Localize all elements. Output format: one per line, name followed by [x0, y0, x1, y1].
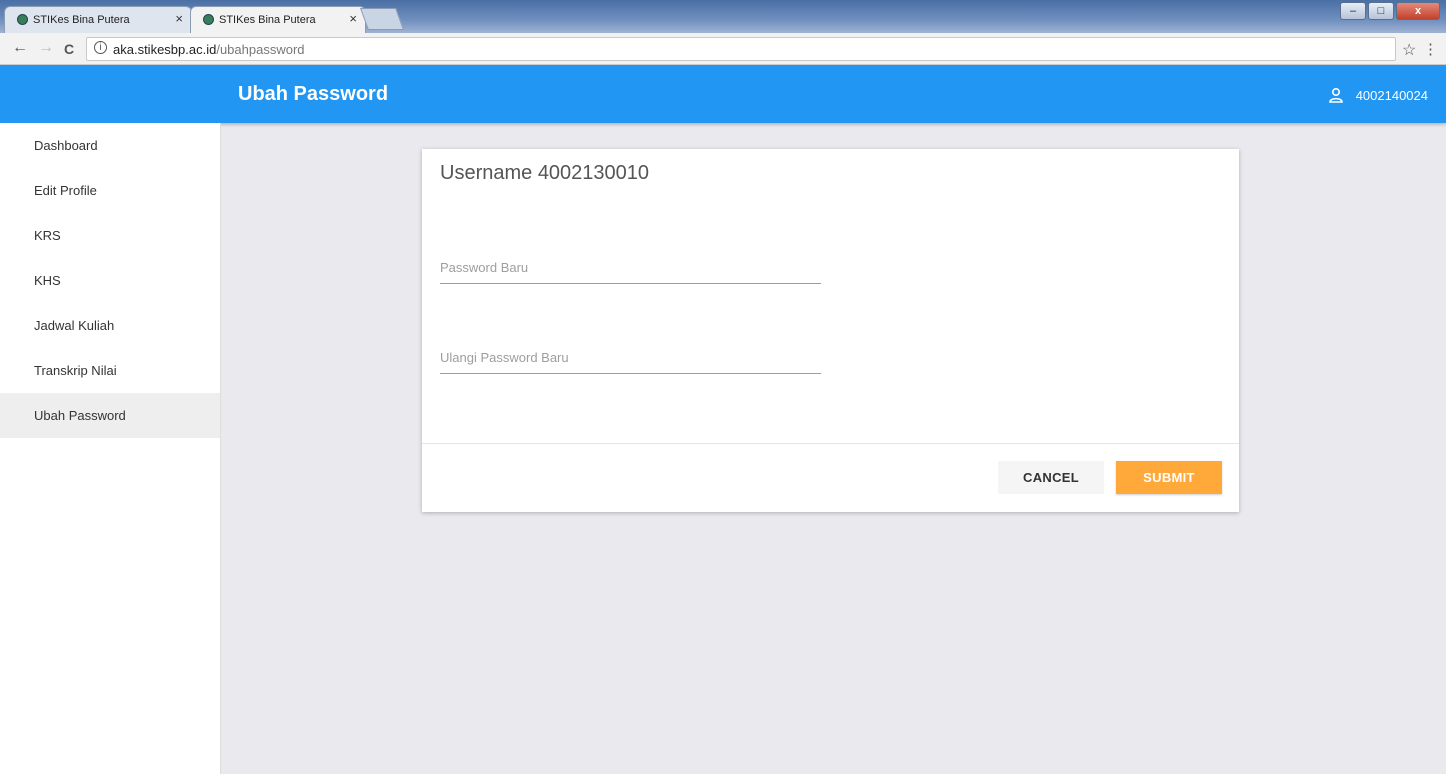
bookmark-star-icon[interactable]: ☆: [1402, 40, 1416, 60]
card-divider: [422, 443, 1239, 444]
maximize-button[interactable]: □: [1368, 2, 1394, 20]
sidebar-item-krs[interactable]: KRS: [0, 213, 220, 258]
window-close-button[interactable]: x: [1396, 2, 1440, 20]
page-title: Ubah Password: [238, 83, 389, 105]
browser-tab-1[interactable]: STIKes Bina Putera ×: [4, 6, 192, 33]
sidebar: Dashboard Edit Profile KRS KHS Jadwal Ku…: [0, 123, 221, 774]
tab-close-icon[interactable]: ×: [175, 11, 183, 26]
site-favicon-icon: [17, 14, 28, 25]
browser-tab-2[interactable]: STIKes Bina Putera ×: [190, 6, 366, 33]
minimize-button[interactable]: –: [1340, 2, 1366, 20]
app-header: Ubah Password 4002140024: [0, 65, 1446, 123]
sidebar-item-ubah-password[interactable]: Ubah Password: [0, 393, 220, 438]
cancel-button[interactable]: CANCEL: [998, 461, 1104, 494]
new-tab-button[interactable]: [359, 8, 405, 30]
repeat-password-input[interactable]: [440, 343, 821, 371]
forward-arrow-icon[interactable]: →: [38, 39, 54, 57]
window-controls: – □ x: [1340, 2, 1440, 20]
site-favicon-icon: [203, 14, 214, 25]
submit-button[interactable]: SUBMIT: [1116, 461, 1222, 494]
user-menu[interactable]: 4002140024: [1328, 87, 1428, 103]
back-arrow-icon[interactable]: ←: [12, 39, 28, 57]
browser-tab-strip: STIKes Bina Putera × STIKes Bina Putera …: [0, 0, 1446, 33]
browser-tab-title: STIKes Bina Putera: [33, 14, 130, 26]
sidebar-item-jadwal-kuliah[interactable]: Jadwal Kuliah: [0, 303, 220, 348]
sidebar-item-edit-profile[interactable]: Edit Profile: [0, 168, 220, 213]
new-password-field: [440, 253, 821, 284]
browser-tab-title: STIKes Bina Putera: [219, 14, 316, 26]
info-icon[interactable]: i: [94, 41, 107, 54]
url-path: /ubahpassword: [216, 41, 305, 57]
repeat-password-field: [440, 343, 821, 374]
browser-menu-icon[interactable]: ⋮: [1423, 40, 1438, 58]
change-password-card: Username 4002130010 CANCEL SUBMIT: [422, 149, 1239, 512]
reload-icon[interactable]: C: [64, 41, 74, 57]
user-id: 4002140024: [1355, 87, 1428, 103]
sidebar-item-transkrip-nilai[interactable]: Transkrip Nilai: [0, 348, 220, 393]
sidebar-item-khs[interactable]: KHS: [0, 258, 220, 303]
new-password-input[interactable]: [440, 253, 821, 281]
address-bar[interactable]: i aka.stikesbp.ac.id/ubahpassword: [86, 37, 1396, 61]
sidebar-item-dashboard[interactable]: Dashboard: [0, 123, 220, 168]
card-title: Username 4002130010: [440, 162, 650, 184]
url-host: aka.stikesbp.ac.id: [113, 41, 217, 57]
browser-toolbar: ← → C i aka.stikesbp.ac.id/ubahpassword …: [0, 33, 1446, 65]
tab-close-icon[interactable]: ×: [349, 11, 357, 26]
user-icon: [1328, 87, 1343, 103]
